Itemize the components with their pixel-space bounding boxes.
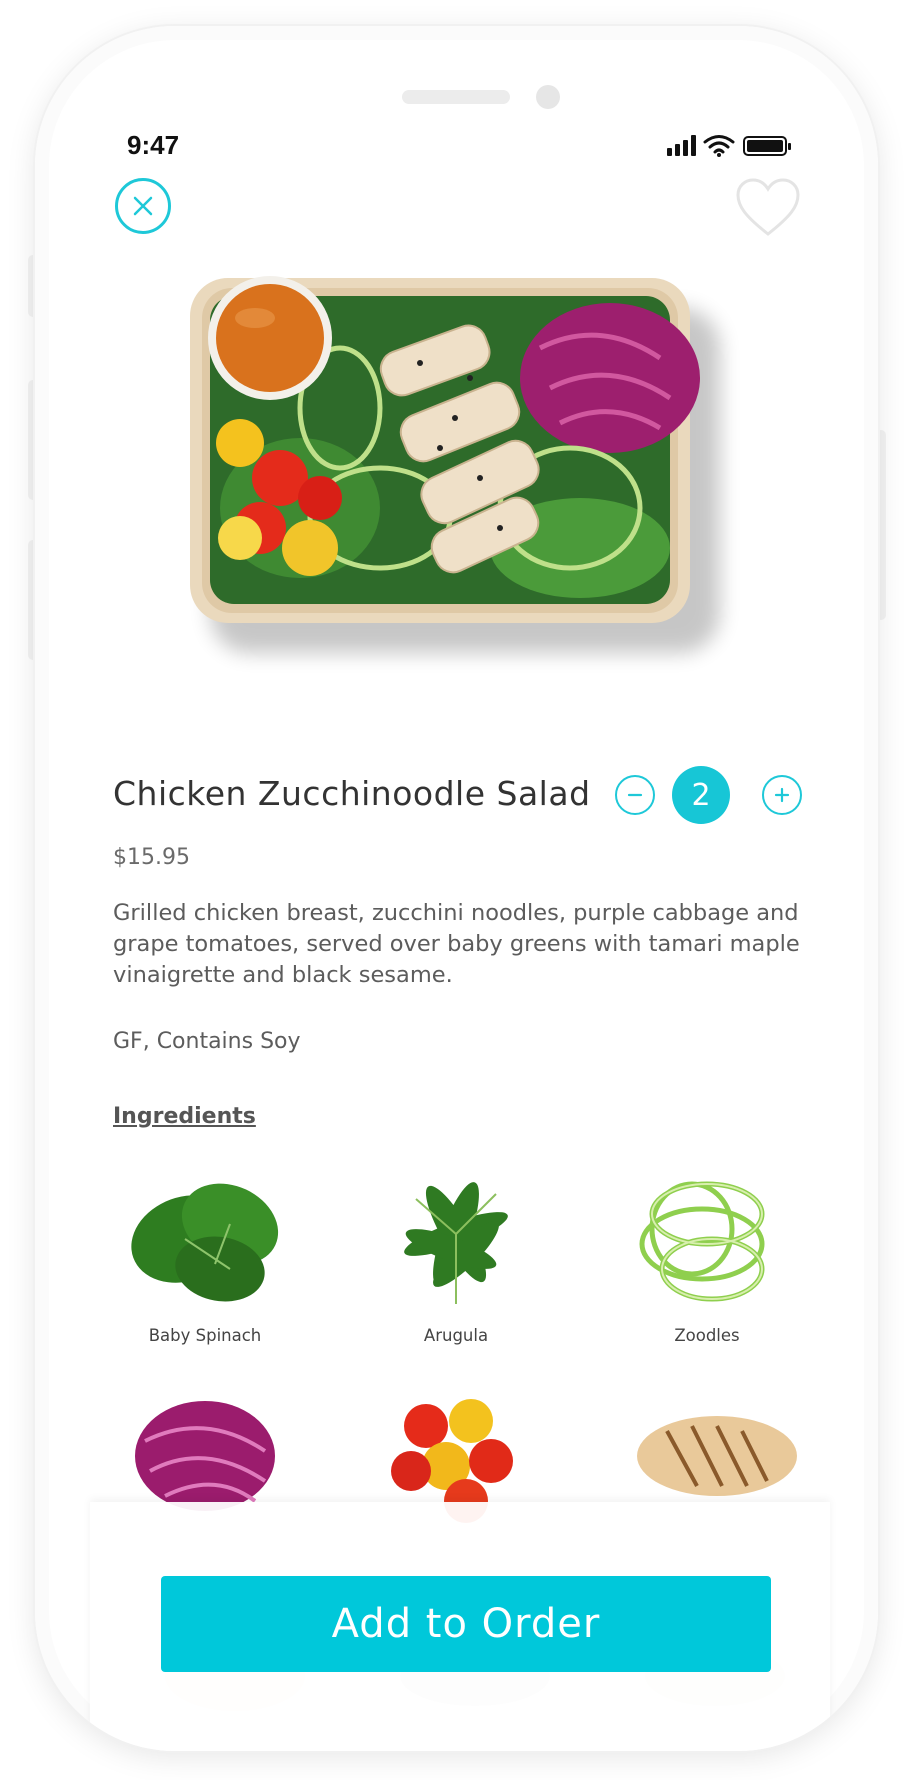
status-icons — [667, 134, 837, 158]
phone-frame: 9:47 Chicken Zucchinoodle Salad 2 $15.95… — [35, 26, 878, 1751]
ingredients-heading[interactable]: Ingredients — [113, 1104, 256, 1129]
favorite-button[interactable] — [735, 178, 801, 238]
arugula-image — [356, 1154, 556, 1324]
product-image — [180, 248, 740, 718]
signal-icon — [667, 135, 696, 156]
ingredient-label: Arugula — [423, 1326, 489, 1345]
battery-icon — [743, 136, 791, 156]
ingredient-label: Baby Spinach — [148, 1326, 262, 1345]
dietary-tags: GF, Contains Soy — [113, 1029, 301, 1054]
close-icon — [133, 196, 153, 216]
phone-camera — [536, 85, 560, 109]
heart-icon — [736, 178, 800, 236]
ingredient-arugula: Arugula — [356, 1154, 556, 1345]
increase-quantity-button[interactable] — [762, 775, 802, 815]
phone-speaker — [402, 90, 510, 104]
ingredient-baby-spinach: Baby Spinach — [105, 1154, 305, 1345]
quantity-value: 2 — [672, 766, 730, 824]
product-price: $15.95 — [113, 845, 190, 870]
add-to-order-button[interactable]: Add to Order — [161, 1576, 771, 1672]
zoodles-image — [607, 1154, 807, 1324]
product-title: Chicken Zucchinoodle Salad — [113, 774, 591, 813]
product-description: Grilled chicken breast, zucchini noodles… — [113, 900, 800, 988]
minus-icon — [627, 793, 643, 797]
app-screen: 9:47 Chicken Zucchinoodle Salad 2 $15.95… — [35, 26, 878, 1751]
wifi-icon — [703, 135, 735, 154]
status-time: 9:47 — [127, 130, 180, 160]
decrease-quantity-button[interactable] — [615, 775, 655, 815]
close-button[interactable] — [115, 178, 171, 234]
ingredient-label: Zoodles — [674, 1326, 740, 1345]
plus-icon — [774, 787, 790, 803]
spinach-image — [105, 1154, 305, 1324]
ingredient-zoodles: Zoodles — [607, 1154, 807, 1345]
